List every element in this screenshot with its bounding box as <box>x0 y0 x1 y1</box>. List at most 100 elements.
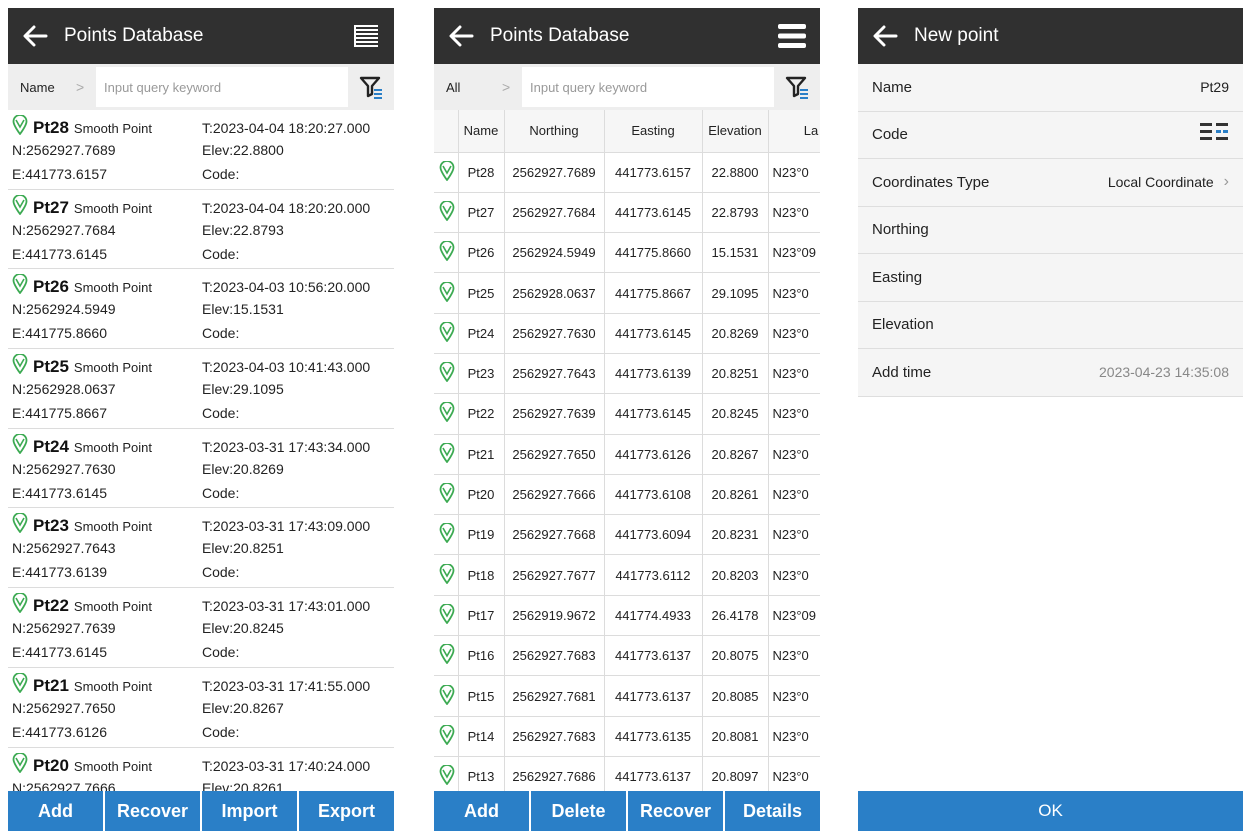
app-bar: New point <box>858 8 1243 64</box>
back-arrow-icon[interactable] <box>444 19 478 53</box>
point-name-group: Pt22 Smooth Point <box>12 592 202 616</box>
list-item[interactable]: Pt26 Smooth Point T:2023-04-03 10:56:20.00… <box>8 269 394 350</box>
search-input[interactable] <box>96 67 348 107</box>
cell-latitude: N23°0 <box>768 272 820 314</box>
search-input[interactable] <box>522 67 774 107</box>
cell-name: Pt25 <box>458 272 505 314</box>
field-code[interactable]: Code <box>858 111 1243 159</box>
point-time: T:2023-03-31 17:43:01.000 <box>202 598 371 615</box>
table-row[interactable]: Pt17 2562919.9672 441774.4933 26.4178 N23°09 <box>434 595 820 637</box>
cell-northing: 2562927.7650 <box>504 434 605 475</box>
point-elevation: Elev:20.8261 <box>202 779 284 792</box>
point-pin-icon <box>12 273 30 296</box>
field-label: Elevation <box>872 316 934 334</box>
list-item[interactable]: Pt23 Smooth Point T:2023-03-31 17:43:09.00… <box>8 508 394 589</box>
details-button[interactable]: Details <box>725 791 820 831</box>
list-item-row: E:441773.6139 Code: <box>12 560 390 584</box>
point-name: Pt20 <box>33 755 69 775</box>
point-name-group: Pt28 Smooth Point <box>12 114 202 138</box>
point-pin-icon <box>434 232 459 274</box>
column-header[interactable]: Northing <box>504 110 605 153</box>
table-row[interactable]: Pt25 2562928.0637 441775.8667 29.1095 N23°0 <box>434 272 820 314</box>
recover-button[interactable]: Recover <box>105 791 202 831</box>
search-scope-selector[interactable]: All <box>446 80 502 95</box>
table-row[interactable]: Pt14 2562927.7683 441773.6135 20.8081 N23°0 <box>434 716 820 757</box>
add-button[interactable]: Add <box>8 791 105 831</box>
field-elevation[interactable]: Elevation <box>858 301 1243 349</box>
add-button[interactable]: Add <box>434 791 531 831</box>
search-scope-selector[interactable]: Name <box>20 80 76 95</box>
list-item[interactable]: Pt25 Smooth Point T:2023-04-03 10:41:43.00… <box>8 349 394 429</box>
field-coordinates-type[interactable]: Coordinates Type Local Coordinate › <box>858 159 1243 207</box>
point-northing: N:2562927.7630 <box>12 460 116 477</box>
cell-name: Pt18 <box>458 554 505 596</box>
export-button[interactable]: Export <box>299 791 394 831</box>
list-item-row: N:2562927.7650 Elev:20.8267 <box>12 696 390 720</box>
table-row[interactable]: Pt22 2562927.7639 441773.6145 20.8245 N23°0 <box>434 393 820 435</box>
list-item-header: Pt27 Smooth Point T:2023-04-04 18:20:20.00… <box>12 192 390 218</box>
point-easting: E:441773.6145 <box>12 245 107 262</box>
chevron-right-icon: › <box>1223 173 1229 191</box>
back-arrow-icon[interactable] <box>868 19 902 53</box>
point-northing: N:2562928.0637 <box>12 381 116 398</box>
list-item[interactable]: Pt24 Smooth Point T:2023-03-31 17:43:34.00… <box>8 429 394 509</box>
points-list-screen: Points Database Name > Pt28 Smooth Point T… <box>8 8 394 831</box>
back-arrow-icon[interactable] <box>18 19 52 53</box>
table-row[interactable]: Pt23 2562927.7643 441773.6139 20.8251 N23°0 <box>434 353 820 395</box>
field-easting[interactable]: Easting <box>858 254 1243 302</box>
field-northing[interactable]: Northing <box>858 206 1243 254</box>
point-code: Code: <box>202 325 240 342</box>
list-view-icon[interactable] <box>348 18 384 54</box>
cell-easting: 441773.6139 <box>604 353 703 395</box>
table-row[interactable]: Pt16 2562927.7683 441773.6137 20.8075 N23°0 <box>434 635 820 677</box>
list-item[interactable]: Pt20 Smooth Point T:2023-03-31 17:40:24.00… <box>8 748 394 792</box>
cell-elevation: 20.8267 <box>702 434 769 475</box>
column-header[interactable]: La <box>768 110 820 153</box>
table-row[interactable]: Pt27 2562927.7684 441773.6145 22.8793 N23°0 <box>434 192 820 234</box>
point-name: Pt26 <box>33 277 69 297</box>
filter-icon[interactable] <box>356 72 386 102</box>
table-row[interactable]: Pt26 2562924.5949 441775.8660 15.1531 N23°09 <box>434 232 820 274</box>
list-item-header: Pt23 Smooth Point T:2023-03-31 17:43:09.00… <box>12 510 390 536</box>
point-northing: N:2562927.7666 <box>12 779 116 792</box>
list-item-header: Pt22 Smooth Point T:2023-03-31 17:43:01.00… <box>12 590 390 616</box>
column-header[interactable] <box>434 110 459 153</box>
hamburger-menu-icon[interactable] <box>774 18 810 54</box>
app-bar: Points Database <box>434 8 820 64</box>
filter-icon[interactable] <box>782 72 812 102</box>
list-item[interactable]: Pt22 Smooth Point T:2023-03-31 17:43:01.00… <box>8 588 394 668</box>
column-header[interactable]: Easting <box>604 110 703 153</box>
list-item-header: Pt28 Smooth Point T:2023-04-04 18:20:27.00… <box>12 112 390 138</box>
ok-button[interactable]: OK <box>858 791 1243 831</box>
code-list-icon[interactable] <box>1199 121 1229 148</box>
delete-button[interactable]: Delete <box>531 791 628 831</box>
column-header[interactable]: Elevation <box>702 110 769 153</box>
table-row[interactable]: Pt21 2562927.7650 441773.6126 20.8267 N23°0 <box>434 434 820 475</box>
table-row[interactable]: Pt28 2562927.7689 441773.6157 22.8800 N23°0 <box>434 152 820 193</box>
table-row[interactable]: Pt15 2562927.7681 441773.6137 20.8085 N23°0 <box>434 675 820 717</box>
point-type: Smooth Point <box>73 519 152 535</box>
list-item-header: Pt20 Smooth Point T:2023-03-31 17:40:24.00… <box>12 750 390 776</box>
field-name[interactable]: Name Pt29 <box>858 64 1243 112</box>
point-time: T:2023-04-03 10:56:20.000 <box>202 279 371 296</box>
list-item-row: N:2562927.7630 Elev:20.8269 <box>12 457 390 481</box>
column-header[interactable]: Name <box>458 110 505 153</box>
list-item[interactable]: Pt21 Smooth Point T:2023-03-31 17:41:55.00… <box>8 668 394 748</box>
table-row[interactable]: Pt18 2562927.7677 441773.6112 20.8203 N23°0 <box>434 554 820 596</box>
list-item[interactable]: Pt27 Smooth Point T:2023-04-04 18:20:20.00… <box>8 190 394 270</box>
list-item[interactable]: Pt28 Smooth Point T:2023-04-04 18:20:27.00… <box>8 110 394 190</box>
import-button[interactable]: Import <box>202 791 299 831</box>
table-row[interactable]: Pt20 2562927.7666 441773.6108 20.8261 N23°0 <box>434 474 820 516</box>
chevron-right-icon: > <box>76 79 85 95</box>
cell-elevation: 20.8251 <box>702 353 769 395</box>
point-code: Code: <box>202 644 240 661</box>
point-name-group: Pt26 Smooth Point <box>12 273 202 297</box>
field-add-time[interactable]: Add time 2023-04-23 14:35:08 <box>858 349 1243 397</box>
table-row[interactable]: Pt24 2562927.7630 441773.6145 20.8269 N23°0 <box>434 313 820 354</box>
point-elevation: Elev:20.8269 <box>202 460 284 477</box>
table-row[interactable]: Pt19 2562927.7668 441773.6094 20.8231 N23°0 <box>434 514 820 556</box>
recover-button[interactable]: Recover <box>628 791 725 831</box>
cell-latitude: N23°0 <box>768 716 820 757</box>
point-code: Code: <box>202 723 240 740</box>
cell-easting: 441773.6094 <box>604 514 703 556</box>
